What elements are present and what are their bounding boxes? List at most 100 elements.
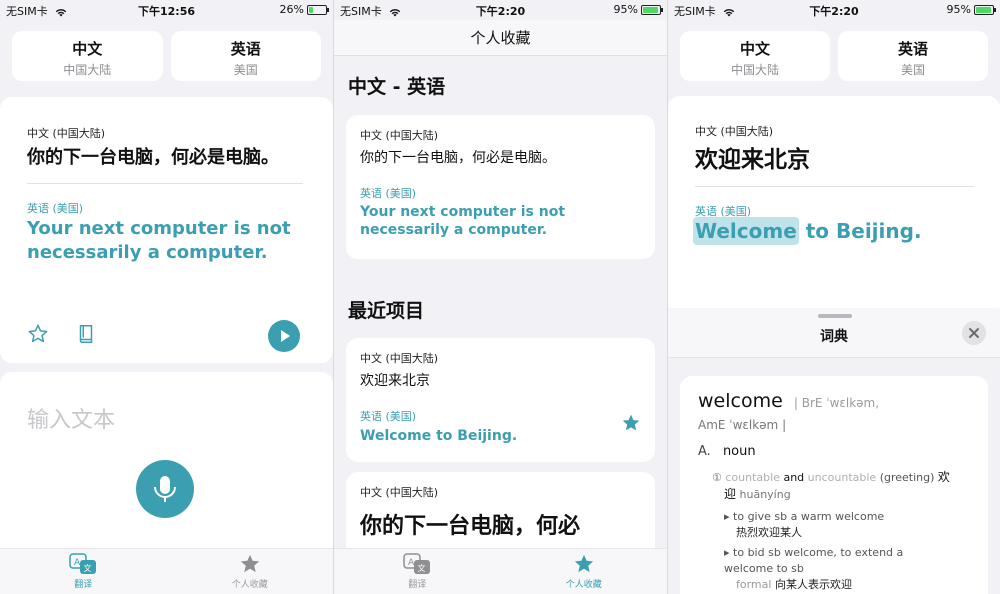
dictionary-screen: 无SIM卡 下午2:20 95% 中文 中国大陆 英语 美国 中文 (中国大陆)… bbox=[668, 0, 1000, 594]
example-item: ▸ to bid sb welcome, to extend a welcome… bbox=[724, 546, 904, 575]
star-icon bbox=[240, 554, 259, 573]
source-text: 欢迎来北京 bbox=[360, 373, 430, 389]
battery-indicator: 95% bbox=[946, 3, 996, 16]
target-language-button[interactable]: 英语 美国 bbox=[838, 31, 988, 81]
source-language-region: 中国大陆 bbox=[730, 63, 779, 77]
star-icon bbox=[574, 554, 593, 573]
headword: welcome bbox=[698, 390, 783, 412]
example-en: to give sb a warm welcome bbox=[733, 510, 885, 523]
battery-percent: 95% bbox=[946, 3, 971, 16]
sense-pinyin: huānyíng bbox=[739, 488, 791, 501]
part-of-speech: noun bbox=[722, 444, 756, 459]
tab-translate-label: 翻译 bbox=[74, 580, 93, 590]
dictionary-book-icon[interactable] bbox=[76, 323, 96, 345]
svg-text:A: A bbox=[74, 558, 81, 568]
translation-card: 中文 (中国大陆) 你的下一台电脑，何必是电脑。 英语 (美国) Your ne… bbox=[0, 97, 333, 363]
battery-icon bbox=[974, 4, 996, 15]
sense-and: and bbox=[783, 471, 805, 484]
text-input-placeholder[interactable]: 输入文本 bbox=[27, 402, 115, 434]
translate-icon: A文 bbox=[69, 553, 97, 574]
tab-favorites[interactable]: 个人收藏 bbox=[501, 549, 668, 594]
source-language-button[interactable]: 中文 中国大陆 bbox=[680, 31, 830, 81]
sense-translation: 欢 bbox=[937, 470, 950, 484]
divider bbox=[27, 183, 303, 184]
sense-grammar: countable bbox=[725, 471, 780, 484]
tab-favorites-label: 个人收藏 bbox=[231, 580, 268, 590]
status-bar: 无SIM卡 下午2:20 95% bbox=[668, 0, 1000, 20]
tab-translate-label: 翻译 bbox=[408, 580, 427, 590]
source-language-button[interactable]: 中文 中国大陆 bbox=[12, 31, 163, 81]
target-text: Welcome to Beijing. bbox=[360, 428, 518, 444]
source-label: 中文 (中国大陆) bbox=[27, 127, 106, 140]
target-text: Welcome to Beijing. bbox=[693, 217, 922, 245]
target-language-region: 美国 bbox=[233, 63, 258, 77]
target-language-button[interactable]: 英语 美国 bbox=[170, 31, 321, 81]
example-en: to bid sb welcome, to extend a welcome t… bbox=[724, 546, 904, 575]
target-language-name: 英语 bbox=[897, 40, 928, 58]
target-label: 英语 (美国) bbox=[360, 187, 417, 200]
pronunciation-bre: | BrE ˈwɛlkəm, bbox=[793, 396, 880, 410]
target-language-name: 英语 bbox=[230, 40, 261, 58]
microphone-button[interactable] bbox=[136, 460, 194, 518]
sense-grammar: uncountable bbox=[807, 471, 877, 484]
recent-section-title: 最近项目 bbox=[348, 300, 425, 322]
status-bar: 无SIM卡 下午2:20 95% bbox=[334, 0, 667, 20]
translate-screen: 无SIM卡 下午12:56 26% 中文 中国大陆 英语 美国 中文 (中国大陆… bbox=[0, 0, 333, 594]
source-label: 中文 (中国大陆) bbox=[360, 129, 439, 142]
svg-text:文: 文 bbox=[418, 563, 426, 573]
source-label: 中文 (中国大陆) bbox=[360, 486, 439, 499]
svg-text:A: A bbox=[408, 558, 415, 568]
recent-item[interactable]: 中文 (中国大陆) 欢迎来北京 英语 (美国) Welcome to Beiji… bbox=[346, 338, 655, 462]
translate-icon: A文 bbox=[403, 553, 431, 574]
translation-card: 中文 (中国大陆) 欢迎来北京 英语 (美国) Welcome to Beiji… bbox=[668, 96, 1000, 316]
play-button[interactable] bbox=[268, 320, 300, 352]
favorites-section-title: 中文 - 英语 bbox=[348, 76, 446, 98]
battery-icon bbox=[641, 4, 663, 15]
source-text: 你的下一台电脑，何必 bbox=[360, 514, 581, 539]
sheet-grabber[interactable] bbox=[818, 314, 852, 318]
example-cn: 热烈欢迎某人 bbox=[736, 526, 802, 539]
source-label: 中文 (中国大陆) bbox=[360, 352, 439, 365]
dictionary-entry: welcome | BrE ˈwɛlkəm, AmE ˈwɛlkəm | A. … bbox=[680, 376, 988, 594]
pronunciation-ame: AmE ˈwɛlkəm | bbox=[698, 418, 787, 432]
star-icon[interactable] bbox=[27, 323, 49, 345]
example-cn: 向某人表示欢迎 bbox=[774, 578, 852, 591]
highlighted-word[interactable]: Welcome bbox=[693, 217, 799, 245]
battery-indicator: 95% bbox=[614, 3, 663, 16]
dictionary-title: 词典 bbox=[820, 329, 848, 345]
close-icon[interactable] bbox=[962, 321, 986, 345]
source-text: 你的下一台电脑，何必是电脑。 bbox=[27, 147, 279, 168]
sense-number: ① bbox=[712, 471, 722, 484]
tab-bar: A文 翻译 个人收藏 bbox=[334, 548, 667, 594]
target-text: Your next computer is not necessarily a … bbox=[27, 218, 291, 263]
tab-favorites[interactable]: 个人收藏 bbox=[167, 549, 334, 594]
battery-percent: 26% bbox=[279, 3, 304, 16]
language-picker: 中文 中国大陆 英语 美国 bbox=[680, 31, 988, 81]
source-language-region: 中国大陆 bbox=[63, 63, 112, 77]
tab-bar: A文 翻译 个人收藏 bbox=[0, 548, 333, 594]
source-language-name: 中文 bbox=[72, 40, 103, 58]
favorite-item[interactable]: 中文 (中国大陆) 你的下一台电脑，何必是电脑。 英语 (美国) Your ne… bbox=[346, 115, 655, 259]
favorites-screen: 无SIM卡 下午2:20 95% 个人收藏 中文 - 英语 中文 (中国大陆) … bbox=[334, 0, 667, 594]
nav-title: 个人收藏 bbox=[334, 20, 667, 56]
sense-gloss: (greeting) bbox=[879, 471, 935, 484]
source-language-name: 中文 bbox=[739, 40, 770, 58]
target-text: Your next computer is not necessarily a … bbox=[360, 204, 566, 238]
example-item: ▸ to give sb a warm welcome bbox=[724, 510, 885, 523]
status-bar: 无SIM卡 下午12:56 26% bbox=[0, 0, 333, 20]
dictionary-sheet: 词典 welcome | BrE ˈwɛlkəm, AmE ˈwɛlkəm | … bbox=[668, 308, 1000, 594]
tab-translate[interactable]: A文 翻译 bbox=[0, 549, 167, 594]
target-text-rest: to Beijing. bbox=[798, 219, 922, 243]
register-label: formal bbox=[736, 578, 772, 591]
source-label: 中文 (中国大陆) bbox=[695, 125, 774, 138]
battery-icon bbox=[307, 4, 329, 15]
sense-translation: 迎 bbox=[724, 487, 737, 501]
tab-translate[interactable]: A文 翻译 bbox=[334, 549, 501, 594]
battery-indicator: 26% bbox=[279, 3, 329, 16]
svg-text:文: 文 bbox=[84, 563, 92, 573]
source-text: 你的下一台电脑，何必是电脑。 bbox=[360, 150, 556, 166]
star-icon[interactable] bbox=[621, 413, 641, 433]
tab-favorites-label: 个人收藏 bbox=[565, 580, 602, 590]
language-picker: 中文 中国大陆 英语 美国 bbox=[12, 31, 321, 81]
target-label: 英语 (美国) bbox=[27, 202, 84, 215]
